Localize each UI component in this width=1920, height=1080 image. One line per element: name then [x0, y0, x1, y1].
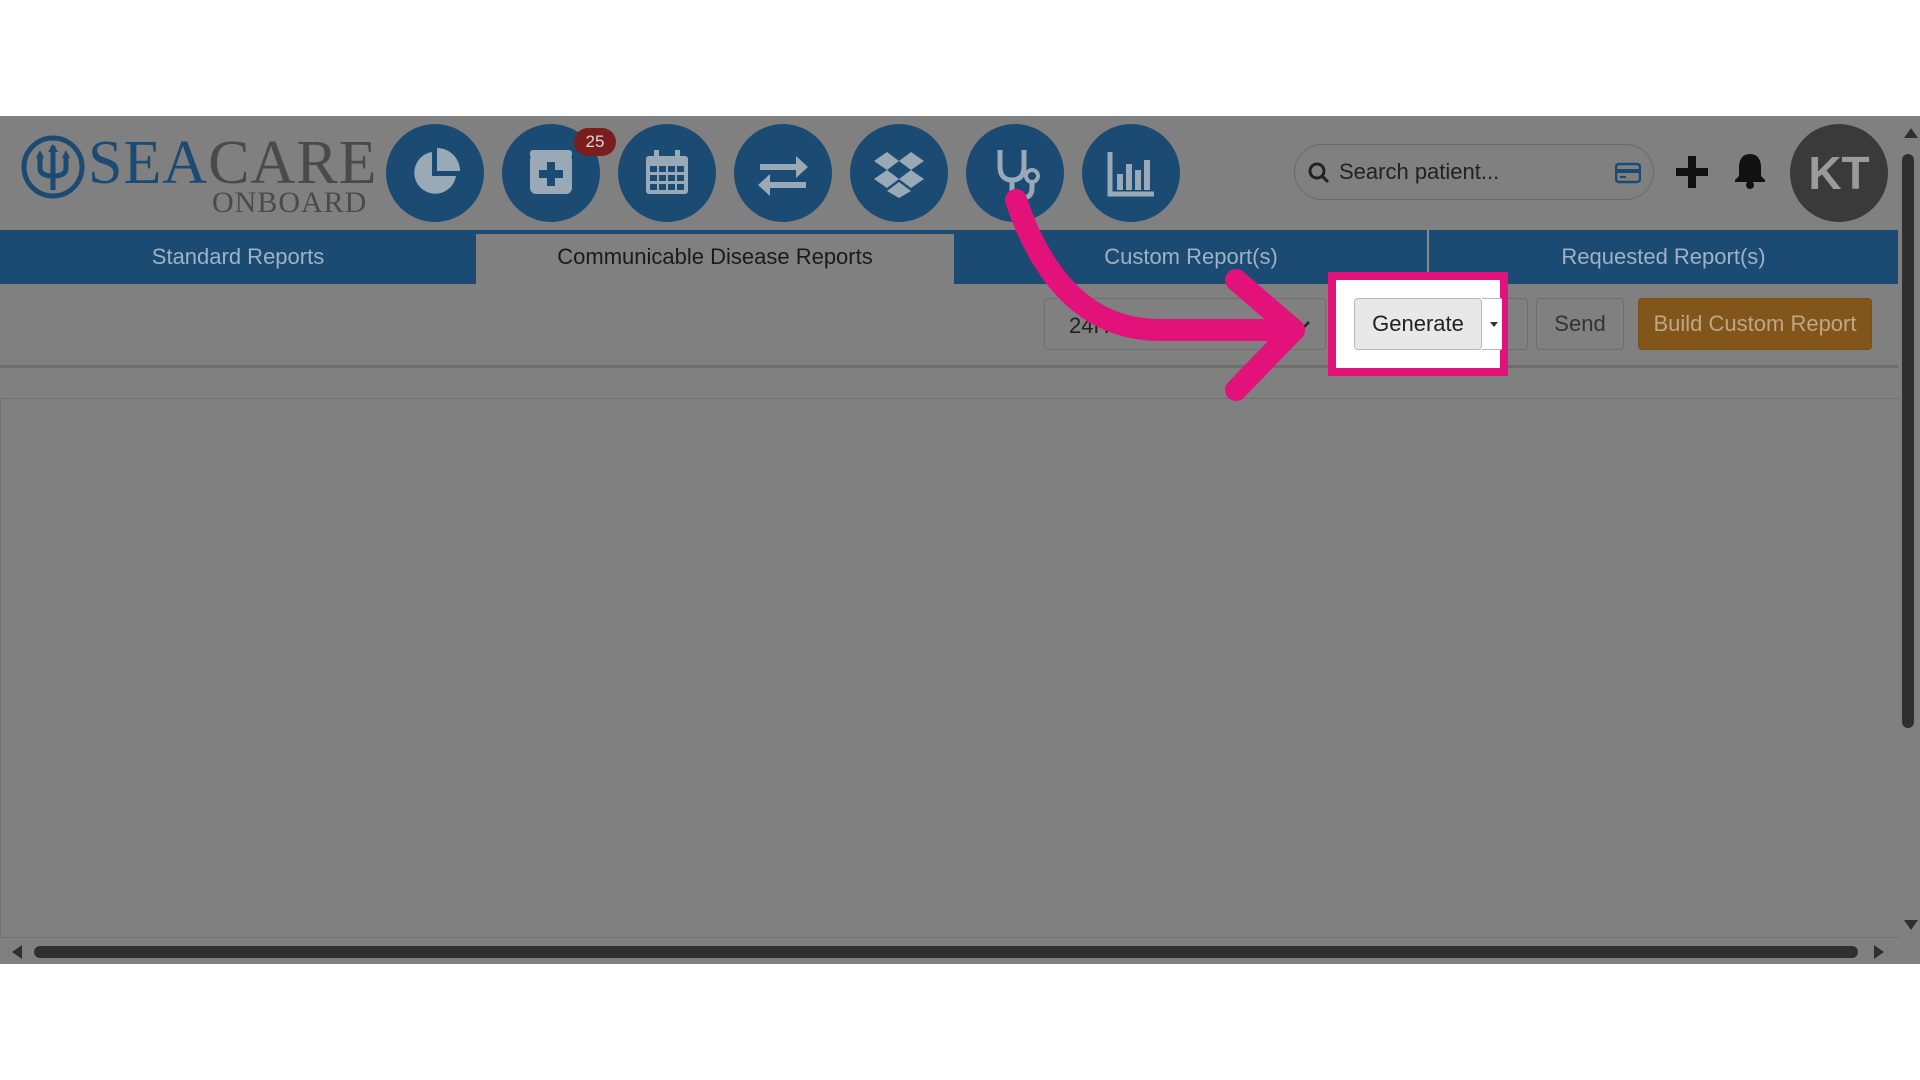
tab-standard-reports[interactable]: Standard Reports: [0, 230, 476, 284]
scroll-up-icon[interactable]: [1904, 128, 1918, 138]
exchange-arrows-icon: [758, 156, 808, 196]
bar-chart-icon: [1107, 152, 1154, 197]
nav-reports-button[interactable]: [1082, 124, 1180, 222]
search-input[interactable]: [1339, 153, 1599, 191]
vertical-scroll-thumb[interactable]: [1902, 154, 1914, 728]
notification-count-badge: 25: [574, 128, 616, 156]
build-custom-report-button[interactable]: Build Custom Report: [1638, 298, 1872, 350]
brand-name: SEACARE: [88, 132, 378, 194]
add-plus-icon[interactable]: [1672, 152, 1712, 192]
nav-calendar-button[interactable]: [618, 124, 716, 222]
period-select-value: 24H: [1069, 313, 1110, 338]
nav-transfers-button[interactable]: [734, 124, 832, 222]
app-window: SEACARE ONBOARD 25 Search patient... KT …: [0, 116, 1920, 964]
chevron-down-icon: [1296, 321, 1310, 330]
pie-chart-icon: [414, 148, 460, 194]
report-tabs: Standard Reports Communicable Disease Re…: [0, 230, 1898, 284]
nav-dropbox-button[interactable]: [850, 124, 948, 222]
generate-button[interactable]: Generate: [1354, 298, 1482, 350]
stethoscope-icon: [997, 150, 1040, 201]
report-content-area: [0, 398, 1900, 938]
trident-logo-icon: [21, 135, 85, 199]
report-toolbar: 24H Send Build Custom Report: [0, 284, 1898, 368]
nav-dashboard-button[interactable]: [386, 124, 484, 222]
send-button[interactable]: Send: [1536, 298, 1624, 350]
seacare-logo[interactable]: SEACARE ONBOARD: [20, 126, 376, 226]
tab-communicable-disease-reports[interactable]: Communicable Disease Reports: [476, 234, 954, 284]
patient-search[interactable]: [1294, 144, 1654, 200]
scroll-left-icon[interactable]: [12, 945, 22, 959]
caret-down-icon: [1490, 322, 1498, 327]
scroll-right-icon[interactable]: [1874, 945, 1884, 959]
period-select[interactable]: 24H: [1044, 298, 1326, 350]
brand-sea: SEA: [88, 129, 209, 197]
search-icon: [1308, 162, 1330, 184]
brand-subtitle: ONBOARD: [212, 186, 368, 219]
calendar-icon: [646, 150, 688, 194]
scroll-down-icon[interactable]: [1904, 920, 1918, 930]
id-card-icon[interactable]: [1615, 161, 1641, 185]
horizontal-scroll-thumb[interactable]: [34, 946, 1858, 958]
medical-plus-icon: [530, 150, 572, 194]
header: SEACARE ONBOARD 25 Search patient... KT: [0, 116, 1900, 230]
nav-clinical-button[interactable]: [966, 124, 1064, 222]
user-avatar[interactable]: KT: [1790, 124, 1888, 222]
notification-bell-icon[interactable]: [1730, 150, 1770, 190]
dropbox-icon: [874, 152, 924, 198]
